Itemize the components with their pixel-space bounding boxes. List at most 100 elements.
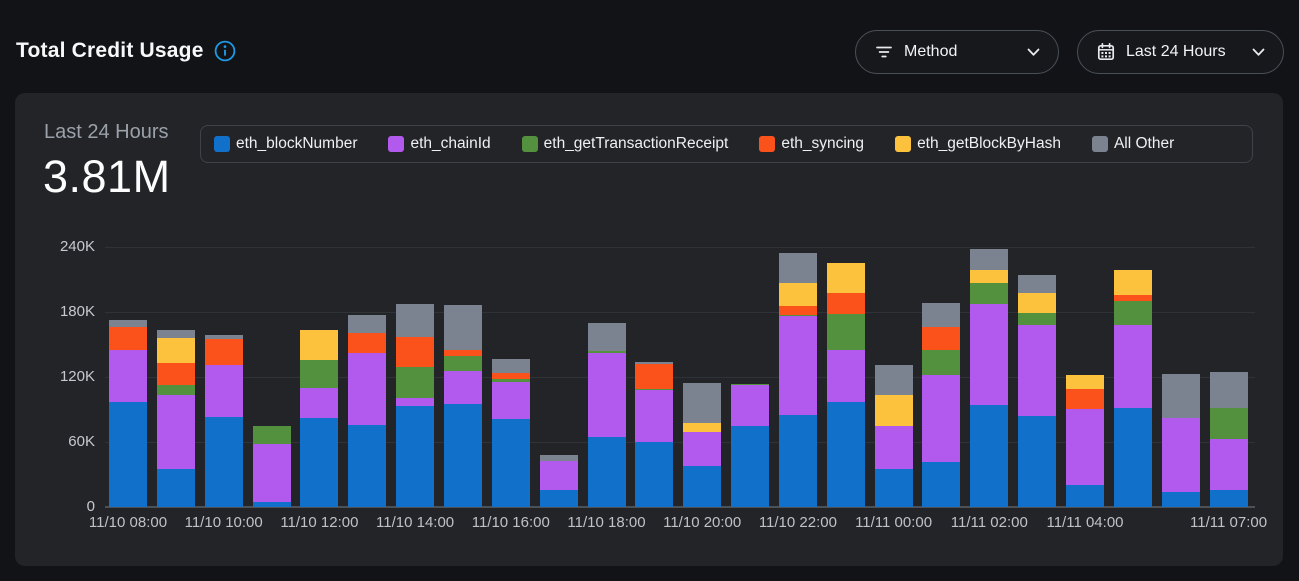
bar-segment-eth-syncing[interactable] [827, 293, 865, 314]
bar-segment-eth-chainid[interactable] [731, 385, 769, 426]
bar-segment-eth-chainid[interactable] [1210, 439, 1248, 489]
bar-segment-eth-chainid[interactable] [109, 350, 147, 403]
bar-segment-eth-syncing[interactable] [157, 363, 195, 385]
bar-segment-eth-getblockbyhash[interactable] [683, 423, 721, 432]
bar-segment-eth-syncing[interactable] [348, 333, 386, 353]
bar-segment-eth-blocknumber[interactable] [683, 466, 721, 507]
bar-segment-eth-blocknumber[interactable] [109, 402, 147, 507]
bar-segment-eth-blocknumber[interactable] [348, 425, 386, 507]
bar-segment-eth-syncing[interactable] [444, 350, 482, 356]
bar-segment-eth-getblockbyhash[interactable] [1066, 375, 1104, 390]
bar-segment-eth-blocknumber[interactable] [1162, 492, 1200, 507]
bar-segment-eth-gettransactionreceipt[interactable] [827, 314, 865, 349]
bar-segment-eth-gettransactionreceipt[interactable] [300, 360, 338, 388]
bar-segment-eth-blocknumber[interactable] [492, 419, 530, 507]
legend-item-eth-getblockbyhash[interactable]: eth_getBlockByHash [895, 135, 1061, 153]
bar-segment-eth-chainid[interactable] [922, 375, 960, 462]
bar-segment-eth-syncing[interactable] [1066, 389, 1104, 409]
bar-segment-eth-chainid[interactable] [779, 316, 817, 414]
bar-segment-eth-syncing[interactable] [396, 337, 434, 367]
bar-segment-eth-chainid[interactable] [635, 390, 673, 442]
legend-item-eth-syncing[interactable]: eth_syncing [759, 135, 864, 153]
bar-segment-eth-blocknumber[interactable] [540, 490, 578, 507]
bar-segment-eth-syncing[interactable] [922, 327, 960, 350]
bar-segment-eth-chainid[interactable] [444, 371, 482, 403]
bar-segment-eth-chainid[interactable] [875, 426, 913, 468]
bar-segment-all-other[interactable] [1162, 374, 1200, 418]
bar-segment-all-other[interactable] [205, 335, 243, 338]
bar-segment-eth-gettransactionreceipt[interactable] [922, 350, 960, 376]
bar-segment-eth-blocknumber[interactable] [635, 442, 673, 507]
bar-segment-eth-syncing[interactable] [109, 327, 147, 350]
bar-segment-eth-getblockbyhash[interactable] [1114, 270, 1152, 295]
bar-segment-eth-chainid[interactable] [1114, 325, 1152, 408]
time-range-button[interactable]: Last 24 Hours [1077, 30, 1284, 74]
legend-item-eth-blocknumber[interactable]: eth_blockNumber [214, 135, 357, 153]
bar-segment-eth-blocknumber[interactable] [1210, 490, 1248, 507]
bar-segment-all-other[interactable] [540, 455, 578, 461]
bar-segment-eth-gettransactionreceipt[interactable] [253, 426, 291, 444]
bar-segment-eth-blocknumber[interactable] [300, 418, 338, 507]
bar-segment-all-other[interactable] [970, 249, 1008, 270]
bar-segment-eth-blocknumber[interactable] [588, 437, 626, 507]
bar-segment-eth-gettransactionreceipt[interactable] [635, 389, 673, 391]
bar-segment-eth-chainid[interactable] [348, 353, 386, 426]
bar-segment-eth-chainid[interactable] [827, 350, 865, 402]
bar-segment-eth-syncing[interactable] [492, 373, 530, 380]
bar-segment-eth-chainid[interactable] [1066, 409, 1104, 485]
bar-segment-eth-getblockbyhash[interactable] [970, 270, 1008, 283]
bar-segment-eth-gettransactionreceipt[interactable] [1210, 408, 1248, 439]
bar-segment-eth-getblockbyhash[interactable] [1018, 293, 1056, 313]
bar-segment-eth-gettransactionreceipt[interactable] [779, 315, 817, 317]
bar-segment-eth-chainid[interactable] [970, 304, 1008, 405]
bar-segment-eth-chainid[interactable] [396, 398, 434, 406]
bar-segment-all-other[interactable] [922, 303, 960, 327]
bar-segment-eth-chainid[interactable] [253, 444, 291, 502]
bar-segment-eth-blocknumber[interactable] [731, 426, 769, 507]
bar-segment-eth-blocknumber[interactable] [253, 502, 291, 507]
bar-segment-eth-blocknumber[interactable] [1114, 408, 1152, 507]
bar-segment-all-other[interactable] [588, 323, 626, 351]
bar-segment-eth-syncing[interactable] [1114, 295, 1152, 301]
bar-segment-eth-syncing[interactable] [635, 364, 673, 389]
bar-segment-eth-gettransactionreceipt[interactable] [492, 379, 530, 382]
bar-segment-eth-chainid[interactable] [205, 365, 243, 417]
bar-segment-eth-getblockbyhash[interactable] [300, 330, 338, 359]
bar-segment-all-other[interactable] [1018, 275, 1056, 292]
bar-segment-eth-blocknumber[interactable] [827, 402, 865, 507]
bar-segment-eth-blocknumber[interactable] [1018, 416, 1056, 507]
legend-item-all-other[interactable]: All Other [1092, 135, 1174, 153]
bar-segment-eth-gettransactionreceipt[interactable] [396, 367, 434, 398]
bar-segment-eth-chainid[interactable] [300, 388, 338, 418]
bar-segment-eth-chainid[interactable] [540, 461, 578, 490]
bar-segment-eth-gettransactionreceipt[interactable] [731, 384, 769, 386]
bar-segment-all-other[interactable] [779, 253, 817, 282]
legend-item-eth-chainid[interactable]: eth_chainId [388, 135, 490, 153]
bar-segment-eth-syncing[interactable] [779, 306, 817, 315]
bar-segment-eth-chainid[interactable] [157, 395, 195, 469]
bar-segment-eth-gettransactionreceipt[interactable] [588, 351, 626, 353]
bar-segment-all-other[interactable] [348, 315, 386, 333]
bar-segment-eth-gettransactionreceipt[interactable] [157, 385, 195, 395]
bar-segment-eth-chainid[interactable] [1162, 418, 1200, 492]
bar-segment-eth-blocknumber[interactable] [157, 469, 195, 507]
bar-segment-all-other[interactable] [635, 362, 673, 364]
bar-segment-eth-blocknumber[interactable] [779, 415, 817, 507]
bar-segment-all-other[interactable] [444, 305, 482, 350]
bar-segment-eth-blocknumber[interactable] [205, 417, 243, 507]
bar-segment-eth-gettransactionreceipt[interactable] [1018, 313, 1056, 325]
legend-item-eth-gettransactionreceipt[interactable]: eth_getTransactionReceipt [522, 135, 729, 153]
bar-segment-eth-getblockbyhash[interactable] [827, 263, 865, 293]
bar-segment-eth-gettransactionreceipt[interactable] [970, 283, 1008, 304]
bar-segment-all-other[interactable] [157, 330, 195, 337]
bar-segment-eth-chainid[interactable] [492, 382, 530, 419]
bar-segment-eth-blocknumber[interactable] [396, 406, 434, 507]
bar-segment-eth-gettransactionreceipt[interactable] [444, 356, 482, 371]
bar-segment-all-other[interactable] [396, 304, 434, 337]
bar-segment-all-other[interactable] [875, 365, 913, 394]
bar-segment-eth-blocknumber[interactable] [922, 462, 960, 507]
bar-segment-all-other[interactable] [1210, 372, 1248, 408]
bar-segment-eth-syncing[interactable] [205, 339, 243, 366]
bar-segment-eth-blocknumber[interactable] [1066, 485, 1104, 507]
bar-segment-eth-blocknumber[interactable] [875, 469, 913, 507]
